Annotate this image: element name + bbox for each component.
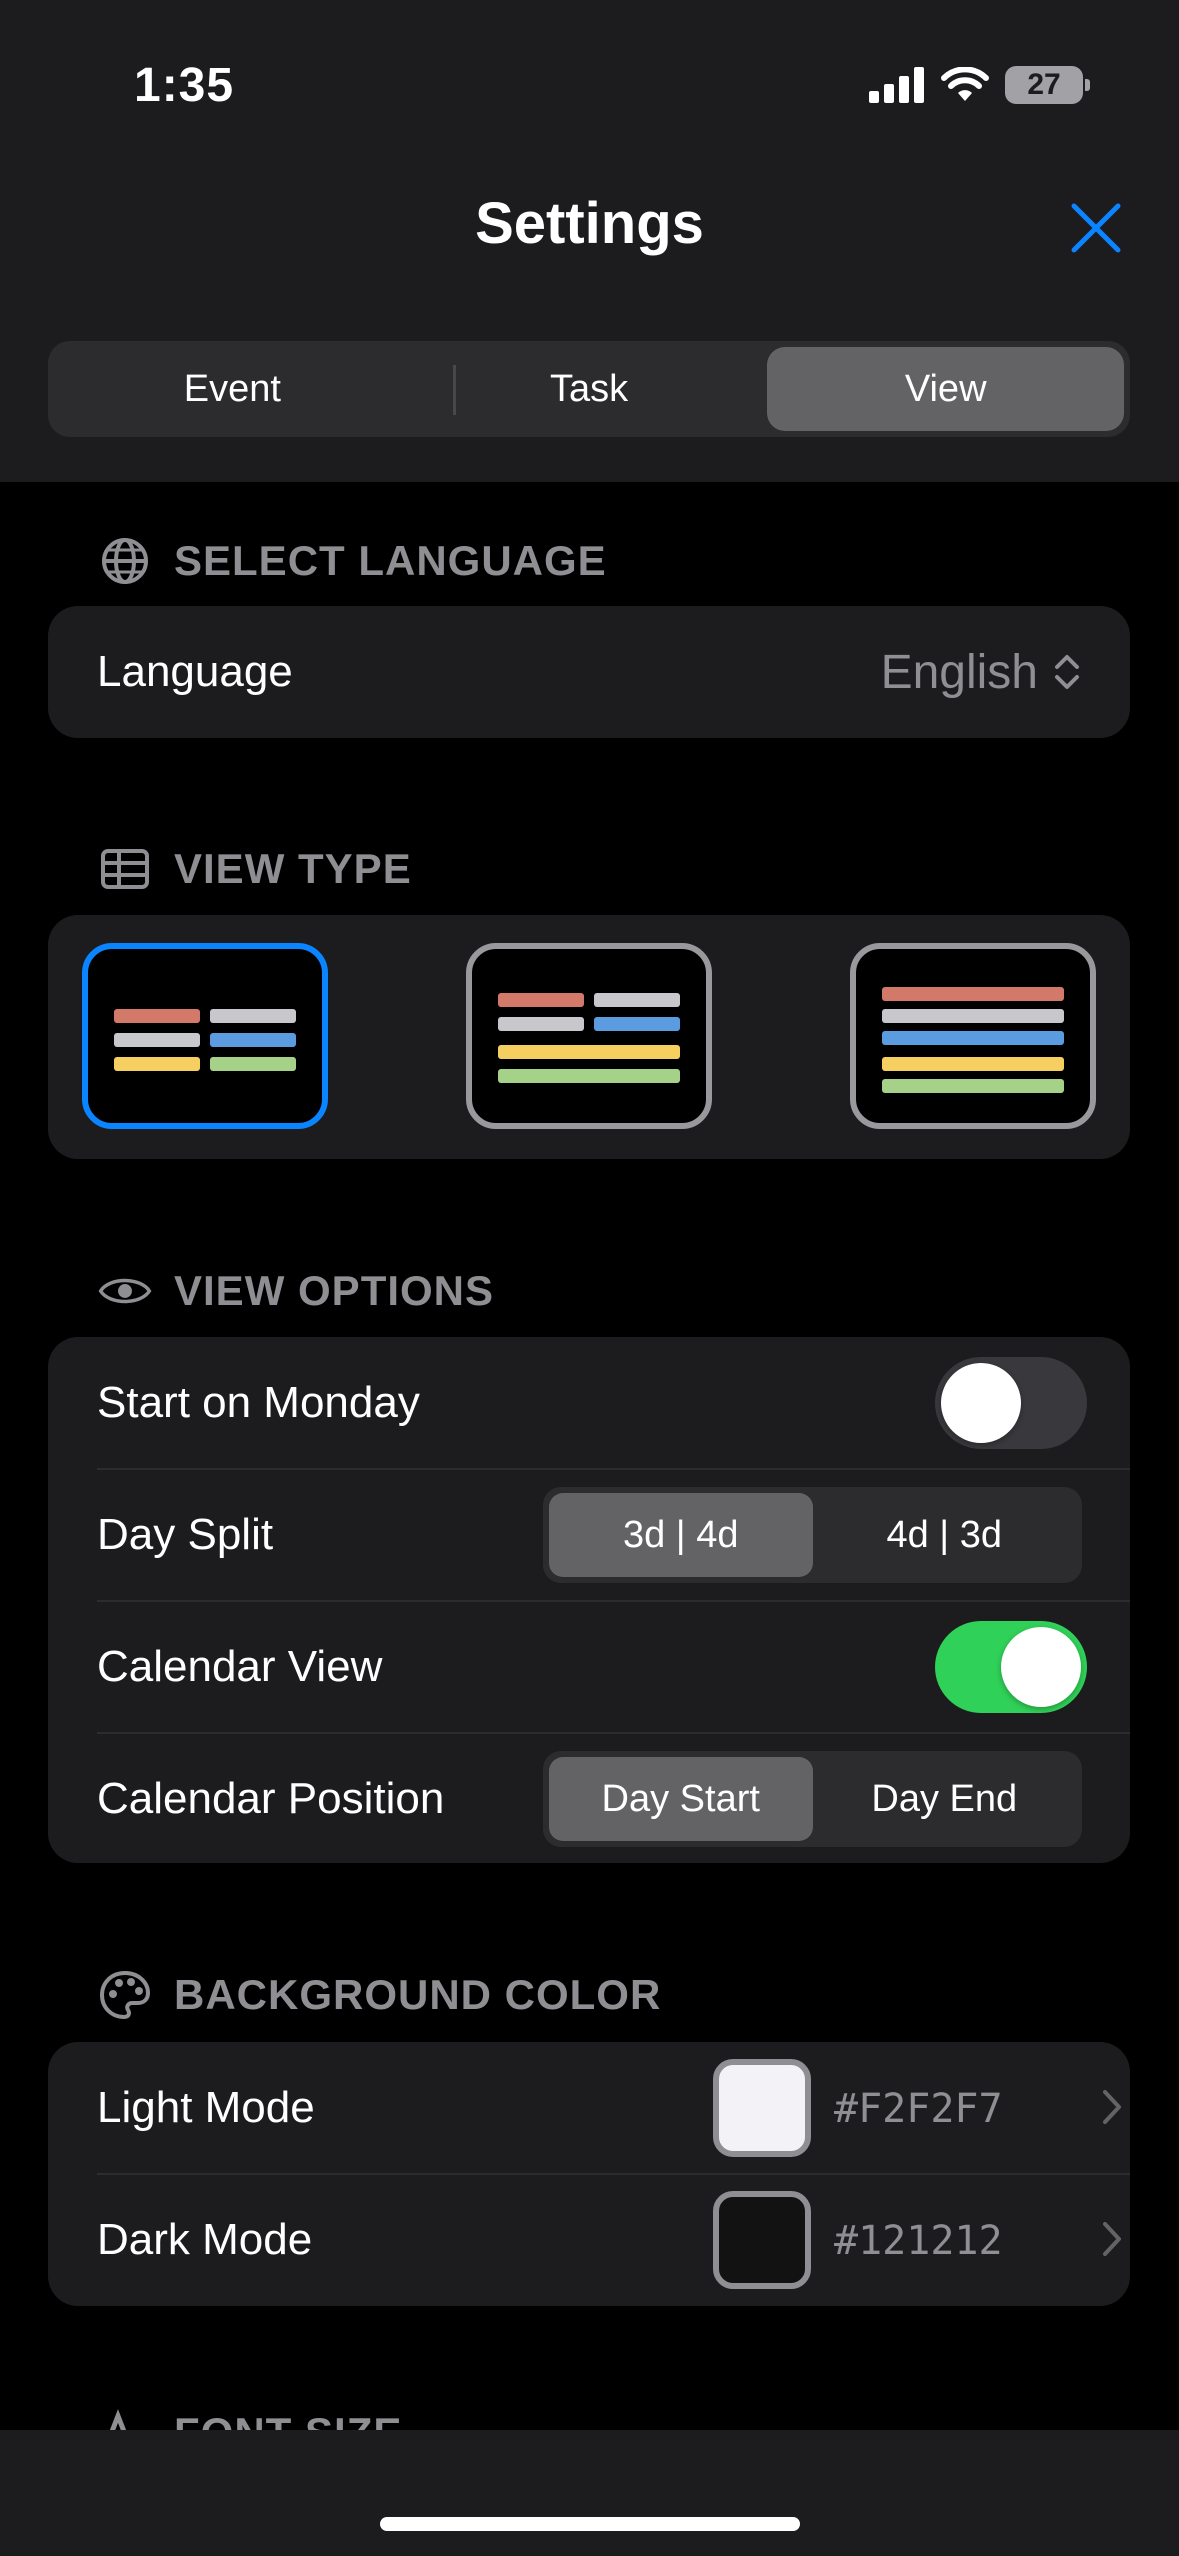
light-mode-hex: #F2F2F7 xyxy=(834,2086,1003,2132)
dark-mode-label: Dark Mode xyxy=(97,2215,313,2264)
main-tab-control: Event Task View xyxy=(48,341,1130,437)
status-icons: 27 xyxy=(869,66,1090,104)
day-split-label: Day Split xyxy=(97,1510,274,1559)
home-indicator[interactable] xyxy=(380,2517,800,2531)
day-split-option-4d-3d[interactable]: 4d | 3d xyxy=(813,1493,1077,1577)
chevron-right-icon xyxy=(1103,2222,1121,2256)
chevron-right-icon xyxy=(1103,2090,1121,2124)
view-type-section-heading: VIEW TYPE xyxy=(98,842,412,896)
calendar-position-option-day-start[interactable]: Day Start xyxy=(549,1757,813,1841)
table-icon xyxy=(101,849,149,889)
background-color-section-heading: BACKGROUND COLOR xyxy=(98,1968,661,2022)
view-type-option-1[interactable] xyxy=(82,943,328,1129)
day-split-option-3d-4d[interactable]: 3d | 4d xyxy=(549,1493,813,1577)
language-value: English xyxy=(880,645,1038,699)
start-on-monday-toggle[interactable] xyxy=(935,1357,1087,1449)
background-color-card: Light Mode #F2F2F7 Dark Mode #121212 xyxy=(48,2042,1130,2306)
tab-event[interactable]: Event xyxy=(54,347,411,431)
palette-icon xyxy=(99,1970,151,2020)
language-label: Language xyxy=(97,647,293,696)
page-title: Settings xyxy=(475,191,704,256)
cellular-signal-icon xyxy=(869,67,924,103)
view-type-option-2[interactable] xyxy=(466,943,712,1129)
chevron-up-down-icon xyxy=(1055,655,1079,689)
globe-icon xyxy=(102,538,148,584)
close-icon[interactable] xyxy=(1066,198,1126,258)
dark-mode-hex: #121212 xyxy=(834,2218,1003,2264)
calendar-view-label: Calendar View xyxy=(97,1642,383,1691)
view-options-card: Start on Monday Day Split 3d | 4d 4d | 3… xyxy=(48,1337,1130,1863)
view-options-section-heading: VIEW OPTIONS xyxy=(98,1264,494,1318)
dark-mode-swatch[interactable] xyxy=(713,2191,811,2289)
tab-view[interactable]: View xyxy=(767,347,1125,431)
view-options-heading-text: VIEW OPTIONS xyxy=(174,1267,495,1314)
bottom-bar xyxy=(0,2430,1179,2556)
view-type-heading-text: VIEW TYPE xyxy=(174,845,412,892)
calendar-view-toggle[interactable] xyxy=(935,1621,1087,1713)
status-time: 1:35 xyxy=(134,59,235,112)
tab-divider xyxy=(453,365,456,415)
language-picker[interactable]: English xyxy=(881,606,1082,738)
header-area: 1:35 27 Settings Event Task View xyxy=(0,0,1179,482)
light-mode-label: Light Mode xyxy=(97,2083,315,2132)
view-type-card xyxy=(48,915,1130,1159)
view-type-option-3[interactable] xyxy=(850,943,1096,1129)
light-mode-swatch[interactable] xyxy=(713,2059,811,2157)
background-color-heading-text: BACKGROUND COLOR xyxy=(174,1971,662,2018)
language-section-heading: SELECT LANGUAGE xyxy=(98,534,607,588)
eye-icon xyxy=(98,1278,152,1304)
wifi-icon xyxy=(941,67,989,101)
calendar-position-control: Day Start Day End xyxy=(543,1751,1082,1847)
calendar-position-option-day-end[interactable]: Day End xyxy=(813,1757,1077,1841)
language-card: Language English xyxy=(48,606,1130,738)
battery-level: 27 xyxy=(1027,68,1061,101)
start-on-monday-label: Start on Monday xyxy=(97,1378,420,1427)
battery-icon: 27 xyxy=(1005,66,1090,104)
calendar-position-label: Calendar Position xyxy=(97,1774,445,1823)
tab-task[interactable]: Task xyxy=(411,347,768,431)
day-split-control: 3d | 4d 4d | 3d xyxy=(543,1487,1082,1583)
language-heading-text: SELECT LANGUAGE xyxy=(174,537,607,584)
